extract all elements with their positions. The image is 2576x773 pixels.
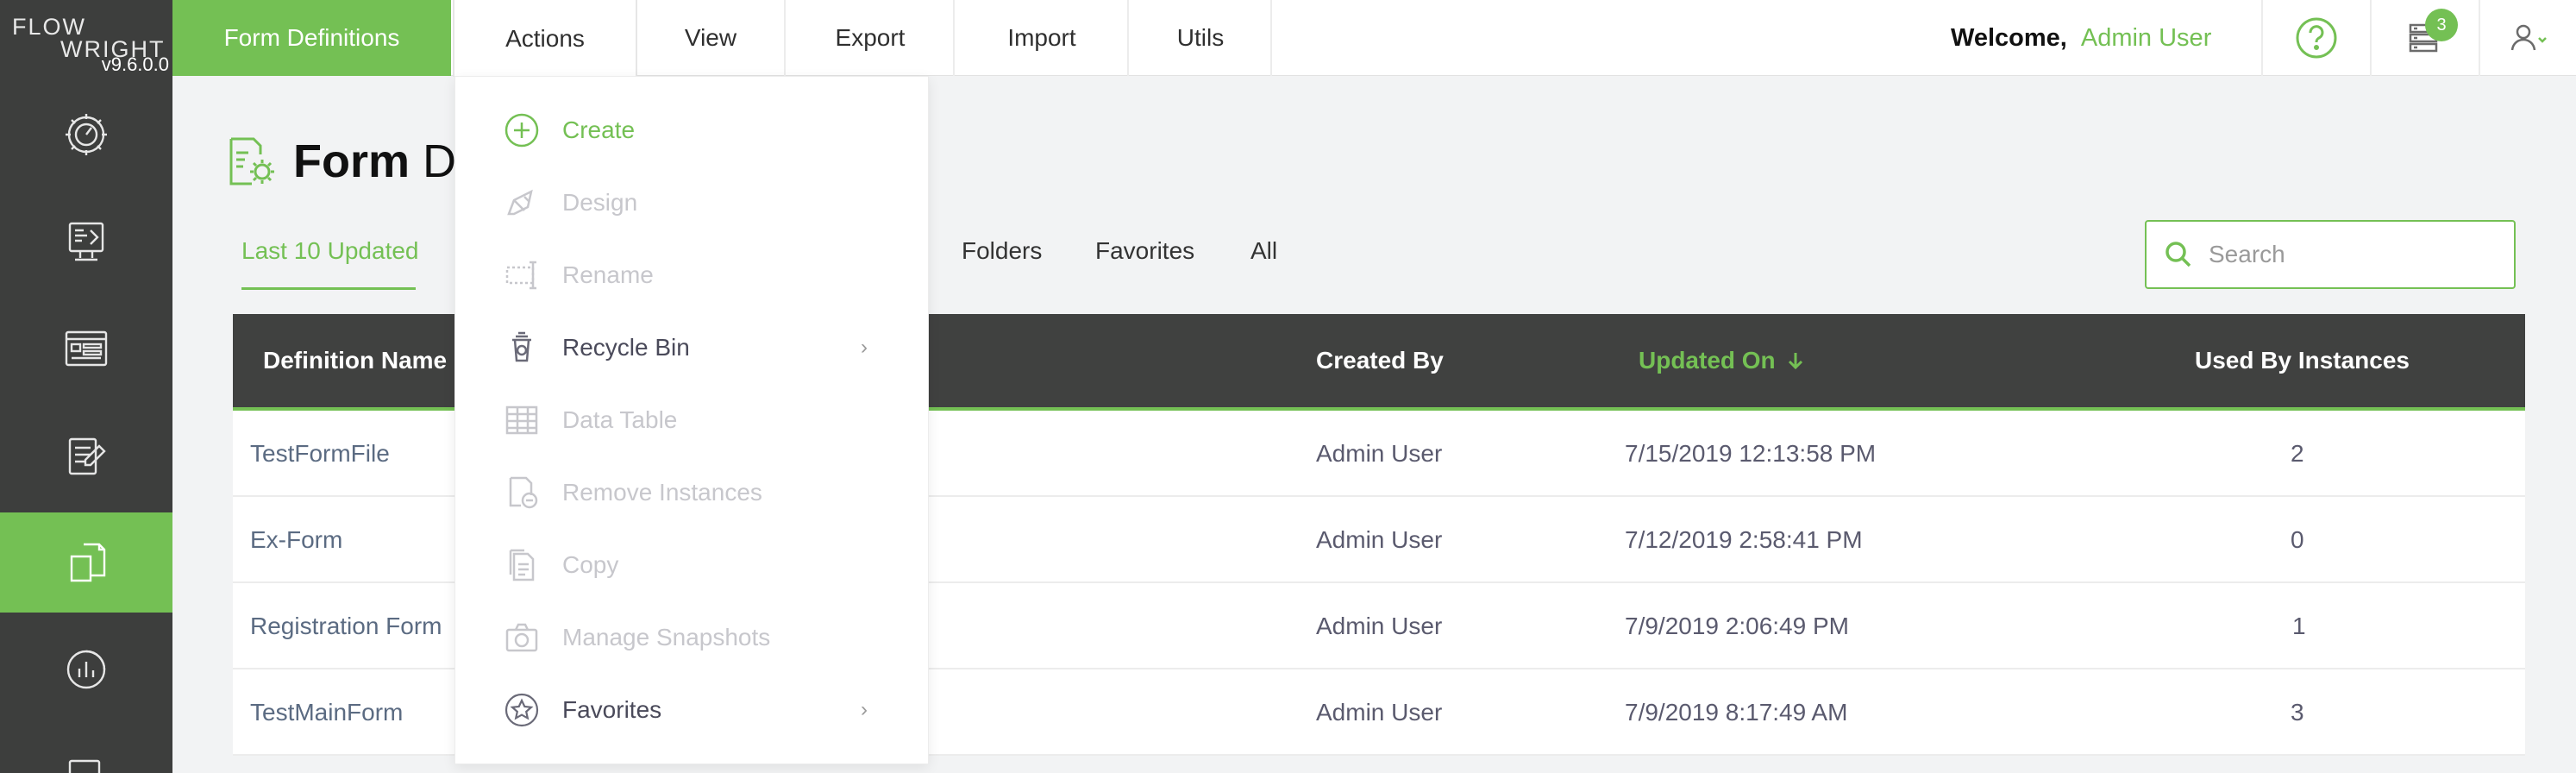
data-table-icon (504, 402, 540, 438)
chevron-right-icon: › (861, 336, 868, 359)
menu-item-label: Manage Snapshots (562, 624, 771, 650)
menu-item-label: Copy (562, 551, 619, 578)
sidebar-item-schedule[interactable] (0, 726, 172, 773)
tab-utils[interactable]: Utils (1131, 0, 1272, 76)
menu-item-label: Favorites (562, 696, 662, 723)
sidebar-item-form-definitions[interactable] (0, 512, 172, 613)
row-definition-name[interactable]: Ex-Form (250, 497, 342, 583)
row-instances: 0 (2291, 526, 2304, 553)
column-header-used-by-instances[interactable]: Used By Instances (2195, 314, 2410, 407)
copy-icon (504, 547, 540, 583)
sidebar-item-process-design[interactable] (0, 192, 172, 292)
sidebar-item-web-forms[interactable] (0, 299, 172, 399)
row-created-by: Admin User (1316, 699, 1443, 726)
menu-item-label: Design (562, 189, 638, 216)
actions-dropdown-menu: Create Design Rename Recycle Bin › Data … (454, 76, 929, 764)
row-updated-on: 7/15/2019 12:13:58 PM (1625, 440, 1877, 467)
app-logo[interactable]: FLOW WRIGHT v9.6.0.0 (0, 0, 172, 76)
row-definition-name[interactable]: TestFormFile (250, 411, 390, 497)
user-dropdown-icon (2510, 24, 2547, 51)
column-header-created-by[interactable]: Created By (1316, 314, 1444, 407)
search-icon (2165, 242, 2191, 267)
user-menu-button[interactable] (2479, 0, 2576, 76)
search-box[interactable] (2145, 220, 2516, 289)
column-header-definition-name[interactable]: Definition Name (263, 314, 447, 407)
menu-item-remove-instances: Remove Instances (455, 456, 930, 529)
menu-item-rename: Rename (455, 239, 930, 311)
star-circle-icon (504, 692, 540, 728)
tab-view[interactable]: View (637, 0, 786, 76)
row-instances: 1 (2292, 613, 2306, 639)
menu-item-label: Recycle Bin (562, 334, 690, 361)
tab-actions[interactable]: Actions (453, 0, 637, 77)
row-updated-on: 7/12/2019 2:58:41 PM (1625, 526, 1863, 553)
subtab-folders[interactable]: Folders (962, 233, 1042, 290)
menu-item-manage-snapshots: Manage Snapshots (455, 601, 930, 674)
column-header-updated-on-label: Updated On (1639, 347, 1776, 374)
help-button[interactable] (2261, 0, 2370, 76)
chevron-right-icon: › (861, 698, 868, 721)
page-title-bold: Form (293, 135, 410, 187)
subtab-all[interactable]: All (1250, 233, 1277, 290)
row-updated-on: 7/9/2019 2:06:49 PM (1625, 613, 1849, 639)
menu-item-label: Create (562, 116, 636, 143)
edit-document-icon (68, 437, 106, 475)
app-version: v9.6.0.0 (101, 53, 169, 75)
menu-item-recycle-bin[interactable]: Recycle Bin › (455, 311, 930, 384)
search-input[interactable] (2209, 241, 2502, 268)
row-created-by: Admin User (1316, 613, 1443, 639)
subtab-last-10-updated[interactable]: Last 10 Updated (241, 233, 419, 290)
plus-circle-icon (504, 112, 540, 148)
sidebar-item-dashboard[interactable] (0, 85, 172, 185)
rename-cursor-icon (504, 257, 540, 293)
menu-item-label: Data Table (562, 406, 678, 433)
design-pencil-icon (504, 185, 540, 221)
menu-item-label: Remove Instances (562, 479, 762, 506)
subtab-favorites[interactable]: Favorites (1095, 233, 1194, 290)
notification-badge: 3 (2425, 9, 2458, 41)
user-name[interactable]: Admin User (2081, 24, 2212, 53)
sort-descending-icon (1788, 353, 1802, 370)
recycle-bin-icon (504, 330, 540, 366)
menu-item-data-table: Data Table (455, 384, 930, 456)
sidebar-item-edit-documents[interactable] (0, 405, 172, 506)
menu-item-design: Design (455, 167, 930, 239)
tab-export[interactable]: Export (787, 0, 955, 76)
dashboard-gear-icon (66, 114, 107, 155)
welcome-message: Welcome, Admin User (1951, 0, 2211, 76)
row-instances: 3 (2291, 699, 2304, 726)
row-updated-on: 7/9/2019 8:17:49 AM (1625, 699, 1848, 726)
sidebar: FLOW WRIGHT v9.6.0.0 (0, 0, 172, 773)
row-created-by: Admin User (1316, 526, 1443, 553)
row-instances: 2 (2291, 440, 2304, 467)
sidebar-item-reports[interactable] (0, 619, 172, 720)
form-definitions-icon (70, 543, 106, 582)
remove-instances-icon (504, 474, 540, 511)
menu-item-label: Rename (562, 261, 654, 288)
menu-item-favorites[interactable]: Favorites › (455, 674, 930, 746)
reports-chart-icon (66, 650, 106, 689)
help-icon (2296, 17, 2337, 59)
row-definition-name[interactable]: TestMainForm (250, 669, 403, 756)
process-design-icon (68, 222, 104, 261)
row-definition-name[interactable]: Registration Form (250, 583, 442, 669)
row-created-by: Admin User (1316, 440, 1443, 467)
notifications-button[interactable]: 3 (2370, 0, 2479, 76)
schedule-icon (68, 759, 101, 773)
tab-form-definitions[interactable]: Form Definitions (172, 0, 451, 76)
menu-item-copy: Copy (455, 529, 930, 601)
welcome-label: Welcome, (1951, 23, 2067, 52)
camera-icon (504, 619, 540, 656)
top-menu-bar: Form Definitions Actions View Export Imp… (172, 0, 2576, 77)
tab-import[interactable]: Import (956, 0, 1129, 76)
web-form-icon (65, 330, 108, 367)
form-settings-icon (229, 137, 274, 185)
column-header-updated-on[interactable]: Updated On (1639, 314, 1807, 407)
menu-item-create[interactable]: Create (455, 94, 930, 167)
